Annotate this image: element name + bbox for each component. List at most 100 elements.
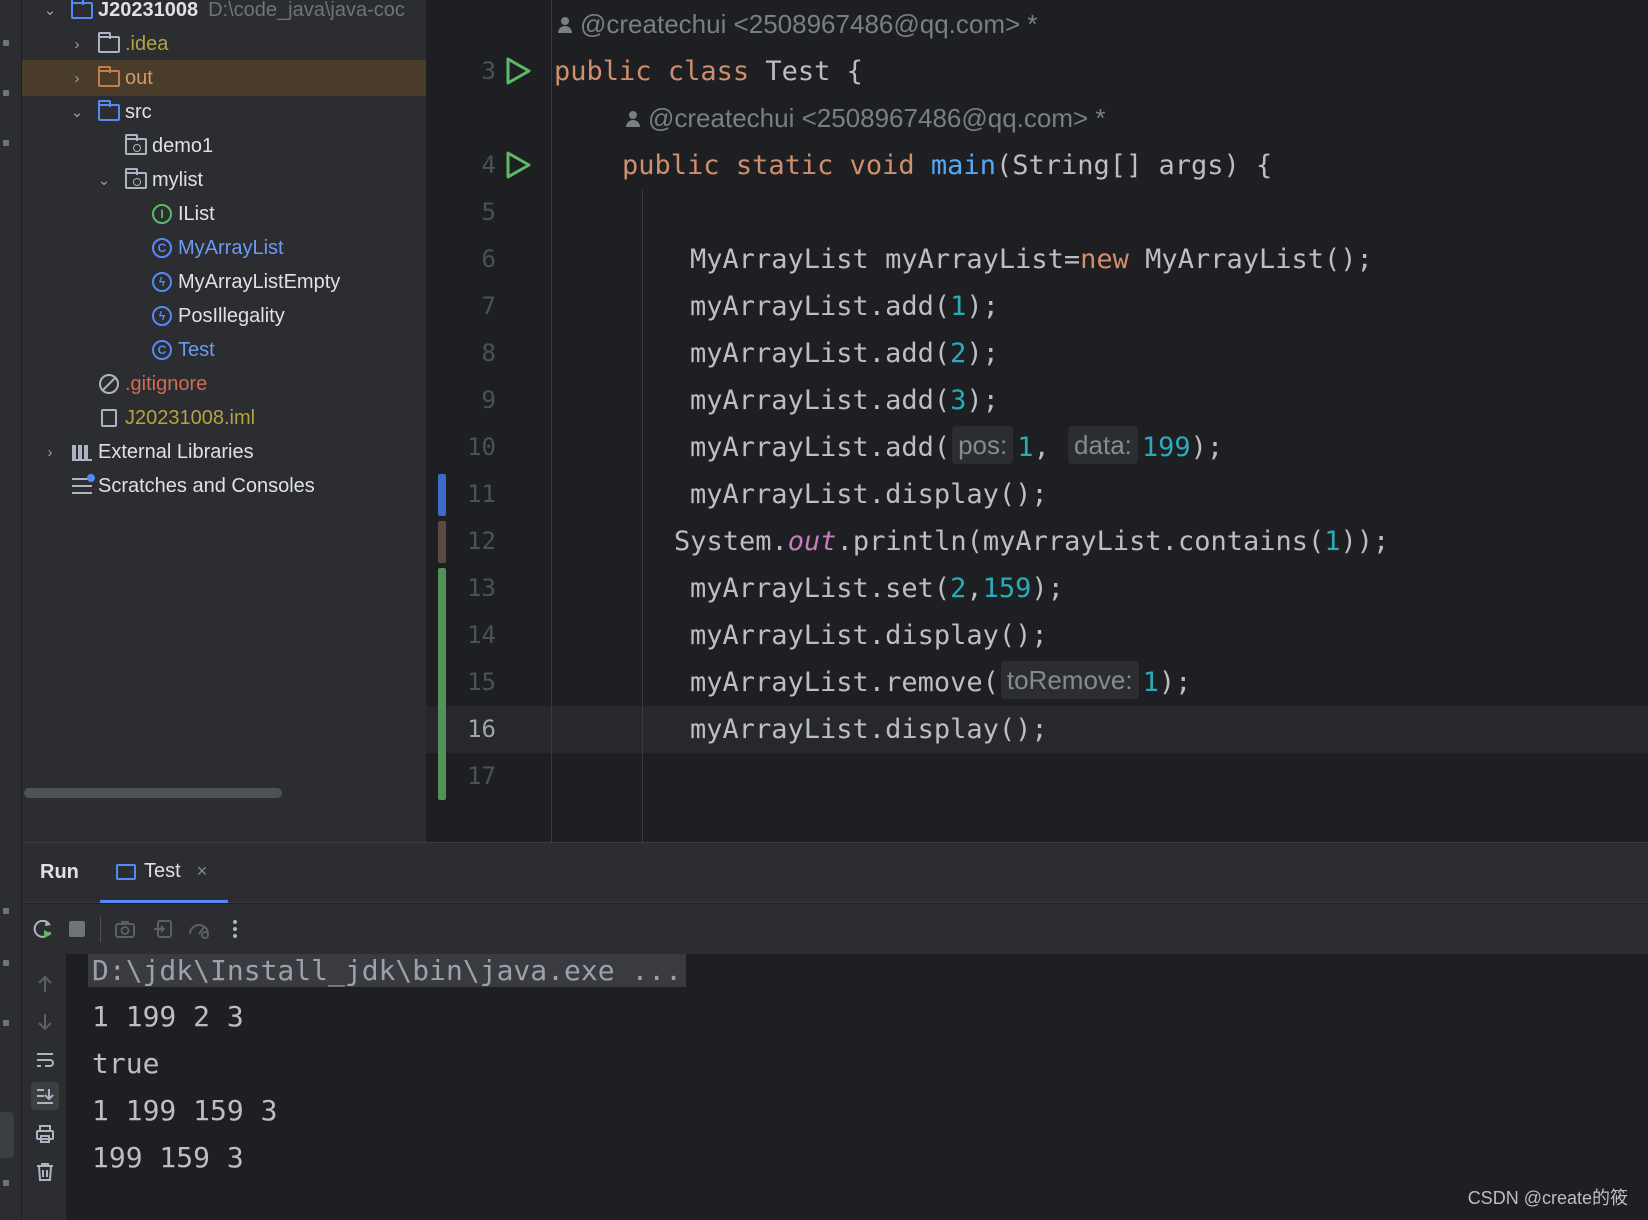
param-hint-data: data: <box>1068 426 1138 464</box>
trash-icon[interactable] <box>31 1158 59 1186</box>
tree-item-iml[interactable]: › J20231008.iml <box>22 400 426 436</box>
console-output[interactable]: D:\jdk\Install_jdk\bin\java.exe ... 1 19… <box>66 954 1648 1220</box>
camera-icon[interactable] <box>112 916 138 942</box>
scroll-to-end-icon[interactable] <box>31 1082 59 1110</box>
indent-guide <box>642 190 643 842</box>
project-path: D:\code_java\java-coc <box>208 0 405 21</box>
code-line-14: myArrayList.display(); <box>690 620 1048 651</box>
run-tab-test[interactable]: Test × <box>100 843 228 903</box>
strip-icon[interactable] <box>3 1020 9 1026</box>
tree-item-out[interactable]: › out <box>22 60 426 96</box>
tree-item-label: External Libraries <box>98 440 254 463</box>
class-icon: C <box>150 238 174 258</box>
tree-item-mylist[interactable]: ⌄ mylist <box>22 162 426 198</box>
tree-item-label: mylist <box>152 168 204 191</box>
run-header: Run Test × <box>22 843 1648 903</box>
arrow-down-icon[interactable] <box>31 1008 59 1036</box>
tree-item-idea[interactable]: › .idea <box>22 26 426 62</box>
tree-item-label: IList <box>178 202 215 225</box>
rerun-icon[interactable] <box>30 916 56 942</box>
tree-item-posillegality[interactable]: › ϟ PosIllegality <box>22 298 426 334</box>
code-line-3: public class Test { <box>554 56 863 87</box>
console-tab-icon <box>116 863 136 880</box>
gutter-divider <box>551 0 552 842</box>
stop-icon[interactable] <box>64 916 90 942</box>
class-icon: C <box>150 340 174 360</box>
chevron-down-icon[interactable]: ⌄ <box>42 1 58 19</box>
author-text: @createchui <2508967486@qq.com> * <box>648 103 1106 133</box>
import-icon[interactable] <box>150 916 176 942</box>
code-editor[interactable]: 3 4 5 6 7 8 9 10 11 12 13 14 15 16 17 @c… <box>426 0 1648 842</box>
chevron-down-icon[interactable]: ⌄ <box>96 171 112 189</box>
tree-item-label: out <box>125 66 153 89</box>
tree-item-myarraylistempty[interactable]: › ϟ MyArrayListEmpty <box>22 264 426 300</box>
tree-item-test[interactable]: › C Test <box>22 332 426 368</box>
more-options-icon[interactable] <box>222 916 248 942</box>
code-line-10: myArrayList.add(pos: 1, data: 199); <box>690 424 1223 471</box>
author-inlay-hint[interactable]: @createchui <2508967486@qq.com> * <box>558 1 1038 48</box>
chevron-right-icon[interactable]: › <box>42 444 58 461</box>
person-icon <box>558 16 572 33</box>
strip-selected-indicator[interactable] <box>0 1112 14 1158</box>
close-icon[interactable]: × <box>197 861 208 882</box>
tree-item-src[interactable]: ⌄ src <box>22 94 426 130</box>
chevron-right-icon[interactable]: › <box>69 70 85 87</box>
line-number: 5 <box>481 198 496 226</box>
horizontal-scrollbar[interactable] <box>24 788 282 798</box>
module-file-icon <box>97 408 121 428</box>
line-number: 15 <box>467 668 496 696</box>
code-line-15: myArrayList.remove(toRemove: 1); <box>690 659 1191 706</box>
line-number: 9 <box>481 386 496 414</box>
project-tree: ⌄ J20231008 D:\code_java\java-coc › .ide… <box>22 0 426 842</box>
tree-item-label: .gitignore <box>125 372 208 395</box>
print-icon[interactable] <box>31 1120 59 1148</box>
chevron-right-icon[interactable]: › <box>69 36 85 53</box>
tree-item-label: demo1 <box>152 134 214 157</box>
exception-class-icon: ϟ <box>150 306 174 326</box>
tree-item-demo1[interactable]: › demo1 <box>22 128 426 164</box>
tree-item-label: MyArrayListEmpty <box>178 270 341 293</box>
tree-item-external-libraries[interactable]: › External Libraries <box>22 434 426 470</box>
arrow-up-icon[interactable] <box>31 970 59 998</box>
console-line: 199 159 3 <box>92 1141 244 1174</box>
source-folder-icon <box>97 99 121 122</box>
author-inlay-hint[interactable]: @createchui <2508967486@qq.com> * <box>626 95 1106 142</box>
line-number: 14 <box>467 621 496 649</box>
interface-icon: I <box>150 204 174 224</box>
run-main-icon[interactable] <box>502 150 532 180</box>
line-number: 4 <box>481 151 496 179</box>
strip-icon[interactable] <box>3 40 9 46</box>
profiler-icon[interactable] <box>186 916 212 942</box>
console-line: true <box>92 1047 160 1080</box>
strip-icon[interactable] <box>3 908 9 914</box>
tree-item-gitignore[interactable]: › .gitignore <box>22 366 426 402</box>
tree-item-myarraylist[interactable]: › C MyArrayList <box>22 230 426 266</box>
code-line-8: myArrayList.add(2); <box>690 338 999 369</box>
param-hint-toremove: toRemove: <box>1000 661 1139 699</box>
chevron-down-icon[interactable]: ⌄ <box>69 103 85 121</box>
code-line-9: myArrayList.add(3); <box>690 385 999 416</box>
strip-icon[interactable] <box>3 140 9 146</box>
code-line-13: myArrayList.set(2,159); <box>690 573 1064 604</box>
param-hint-pos: pos: <box>952 426 1014 464</box>
strip-icon[interactable] <box>3 1180 9 1186</box>
strip-icon[interactable] <box>3 90 9 96</box>
tree-item-label: .idea <box>125 32 169 55</box>
run-class-icon[interactable] <box>502 56 532 86</box>
soft-wrap-icon[interactable] <box>31 1046 59 1074</box>
strip-icon[interactable] <box>3 960 9 966</box>
project-name: J20231008 <box>98 0 199 21</box>
console-command-line[interactable]: D:\jdk\Install_jdk\bin\java.exe ... <box>88 954 687 987</box>
ignored-file-icon <box>97 374 121 394</box>
exception-class-icon: ϟ <box>150 272 174 292</box>
library-icon <box>70 442 94 462</box>
tree-item-ilist[interactable]: › I IList <box>22 196 426 232</box>
tree-item-scratches[interactable]: › Scratches and Consoles <box>22 468 426 504</box>
tree-root[interactable]: ⌄ J20231008 D:\code_java\java-coc <box>22 0 426 28</box>
tree-item-label: Scratches and Consoles <box>98 474 315 497</box>
excluded-folder-icon <box>97 65 121 88</box>
code-line-6: MyArrayList myArrayList=new MyArrayList(… <box>690 244 1373 275</box>
tree-item-label: J20231008.iml <box>125 406 256 429</box>
line-number: 6 <box>481 245 496 273</box>
watermark: CSDN @create的筱 <box>1467 1188 1628 1208</box>
